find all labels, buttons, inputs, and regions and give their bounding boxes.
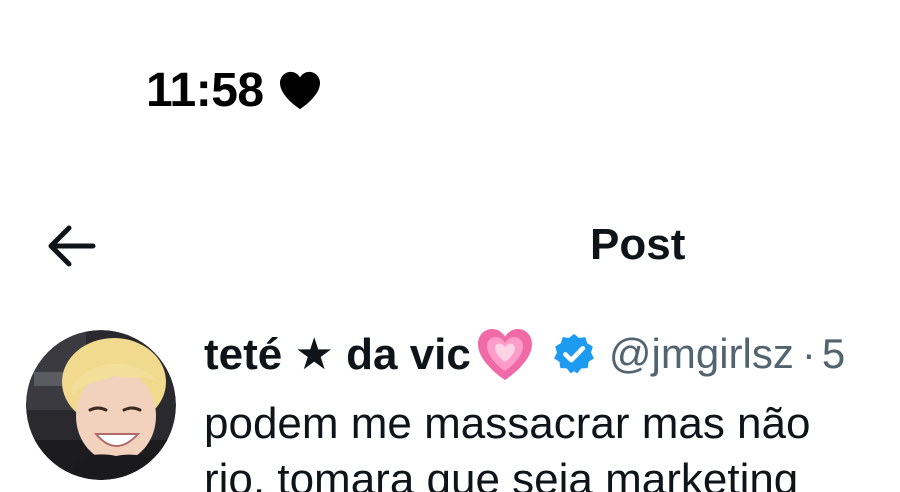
post-text-line: podem me massacrar mas não [204,399,811,448]
page-title: Post [590,220,686,269]
post-text-line: rio, tomara que seja marketing [204,455,799,492]
post-text: podem me massacrar mas não rio, tomara q… [204,396,900,492]
status-bar: 11:58 [146,60,322,120]
top-navigation-bar: Post [0,212,900,276]
verified-badge-icon [553,333,594,374]
post-timestamp[interactable]: 5 [822,330,845,378]
avatar[interactable] [26,330,176,480]
post-author-line: teté ★ da vic @jmgirlsz · 5 [204,322,845,386]
arrow-left-icon [48,225,96,267]
author-display-name[interactable]: teté ★ da vic [204,329,471,380]
profile-photo [26,330,176,480]
screen: 11:58 Post teté ★ da vic @jmgirlsz · 5 p… [0,0,900,492]
status-time: 11:58 [146,63,264,117]
back-button[interactable] [40,220,102,272]
author-handle[interactable]: @jmgirlsz [609,330,794,378]
separator-dot: · [801,330,816,377]
pink-heart-icon [477,329,532,380]
heart-icon [279,71,320,110]
